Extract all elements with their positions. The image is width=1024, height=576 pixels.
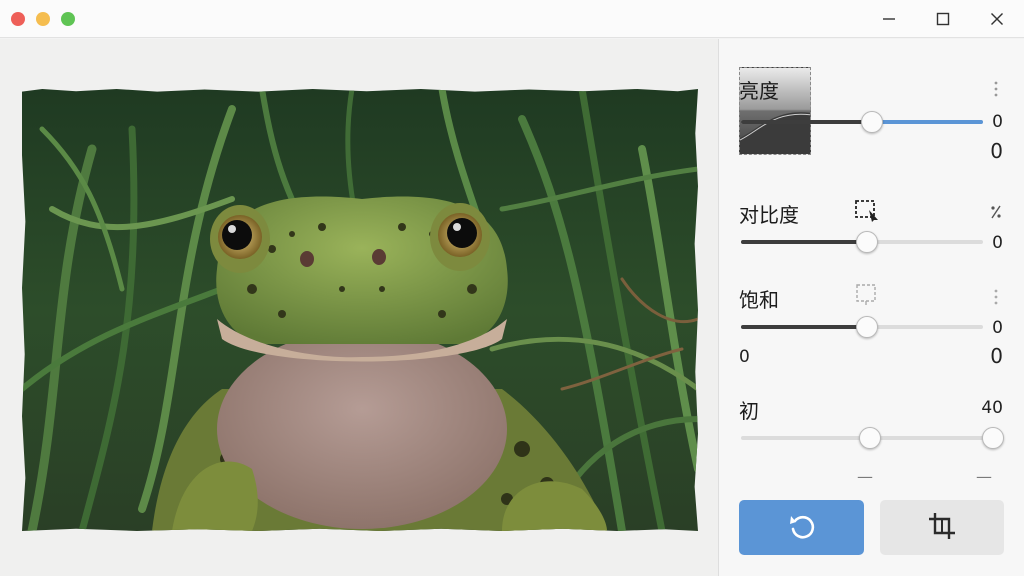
photo-preview[interactable] [22,89,698,531]
sharpness-knob[interactable] [858,427,881,449]
brightness-value: 0 [992,112,1003,132]
canvas-area [0,39,718,576]
sharpness-slider[interactable] [741,427,1004,449]
selection-icon[interactable] [852,282,882,306]
brightness-value-large: 0 [990,139,1003,163]
title-bar [0,0,1024,38]
close-icon[interactable] [983,5,1011,33]
dash-right: — [976,467,992,486]
contrast-value: 0 [992,233,1003,253]
zoom-dot[interactable] [61,12,75,26]
contrast-fill [741,240,867,244]
crop-icon [926,510,958,546]
saturation-label: 饱和 [739,288,779,312]
brightness-slider[interactable] [741,111,983,133]
brightness-fill [741,120,872,124]
saturation-fill [741,325,867,329]
saturation-knob[interactable] [855,316,878,338]
maximize-icon[interactable] [929,5,957,33]
reset-button[interactable] [739,500,864,555]
saturation-value: 0 [992,318,1003,338]
more-options-icon[interactable] [981,77,1011,101]
saturation-slider[interactable] [741,316,983,338]
crop-select-icon[interactable] [852,198,882,222]
sharpness-label: 初 [739,399,759,423]
brightness-fill-accent [871,120,983,124]
percent-icon[interactable] [981,200,1011,224]
sharpness-value: 40 [981,398,1003,418]
saturation-value-large: 0 [990,344,1003,368]
photo-editor-window: 亮度 0 0 对比度 0 饱和 0 0 0 初 40 — — [0,0,1024,576]
contrast-knob[interactable] [855,231,878,253]
more-options-icon-2[interactable] [981,285,1011,309]
saturation-min-value: 0 [739,347,750,367]
contrast-slider[interactable] [741,231,983,253]
crop-button[interactable] [880,500,1004,555]
rotate-ccw-icon [787,511,817,545]
minimize-dot[interactable] [36,12,50,26]
minimize-icon[interactable] [875,5,903,33]
dash-left: — [857,467,873,486]
sharpness-max-knob[interactable] [982,427,1004,449]
contrast-label: 对比度 [739,203,799,227]
brightness-knob[interactable] [860,111,883,133]
close-dot[interactable] [11,12,25,26]
brightness-label: 亮度 [739,79,779,103]
adjustments-panel: 亮度 0 0 对比度 0 饱和 0 0 0 初 40 — — [718,39,1024,576]
